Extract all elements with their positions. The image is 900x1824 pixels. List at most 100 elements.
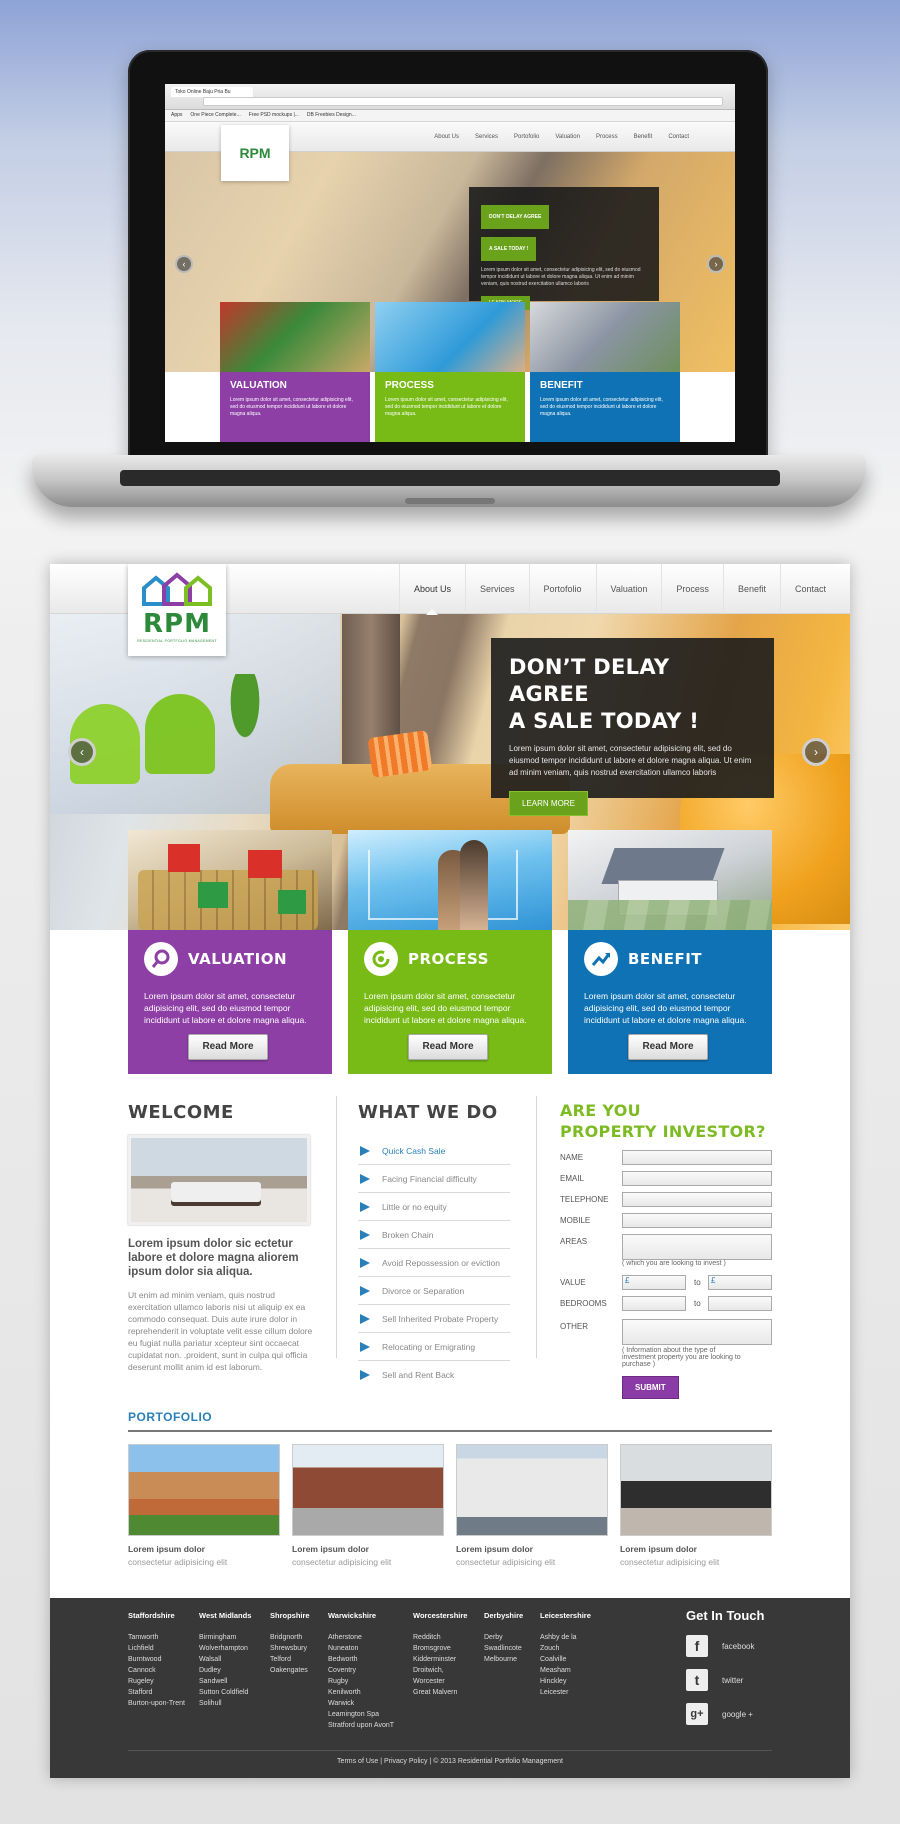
slider-prev-arrow-icon[interactable]: ‹ — [68, 738, 96, 766]
value-max-input[interactable]: £ — [708, 1275, 772, 1290]
portfolio-item[interactable]: Lorem ipsum dolor consectetur adipisicin… — [456, 1444, 608, 1567]
value-min-input[interactable]: £ — [622, 1275, 686, 1290]
read-more-button[interactable]: Read More — [188, 1034, 268, 1060]
slider-next-arrow-icon[interactable]: › — [802, 738, 830, 766]
footer-link[interactable]: Shrewsbury — [270, 1643, 328, 1654]
footer-link[interactable]: Kidderminster — [413, 1654, 484, 1665]
mini-nav-link[interactable]: Contact — [668, 134, 689, 140]
footer-link[interactable]: Sandwell — [199, 1676, 270, 1687]
footer-link[interactable]: Solihull — [199, 1698, 270, 1709]
footer-link[interactable]: Birmingham — [199, 1632, 270, 1643]
social-facebook[interactable]: f facebook — [686, 1635, 806, 1657]
nav-valuation[interactable]: Valuation — [595, 564, 662, 614]
nav-process[interactable]: Process — [661, 564, 723, 614]
other-input[interactable] — [622, 1319, 772, 1345]
footer-link[interactable]: Swadlincote — [484, 1643, 540, 1654]
mini-prev-arrow-icon[interactable]: ‹ — [175, 255, 193, 273]
footer-link[interactable]: Bromsgrove — [413, 1643, 484, 1654]
footer-link[interactable]: Nuneaton — [328, 1643, 413, 1654]
footer-link[interactable]: Cannock — [128, 1665, 199, 1676]
footer-link[interactable]: Oakengates — [270, 1665, 328, 1676]
portfolio-item[interactable]: Lorem ipsum dolor consectetur adipisicin… — [128, 1444, 280, 1567]
footer-link[interactable]: Atherstone — [328, 1632, 413, 1643]
footer-link[interactable]: Lichfield — [128, 1643, 199, 1654]
read-more-button[interactable]: Read More — [408, 1034, 488, 1060]
footer-link[interactable]: Great Malvern — [413, 1687, 484, 1698]
footer-link[interactable]: Zouch — [540, 1643, 610, 1654]
service-item[interactable]: Quick Cash Sale — [358, 1137, 510, 1165]
browser-address-bar[interactable] — [203, 97, 723, 106]
nav-portofolio[interactable]: Portofolio — [528, 564, 596, 614]
mini-nav-link[interactable]: Valuation — [555, 134, 580, 140]
footer-link[interactable]: Stafford — [128, 1687, 199, 1698]
bookmark-item[interactable]: Free PSD mockups |... — [249, 112, 299, 119]
service-item[interactable]: Divorce or Separation — [358, 1277, 510, 1305]
footer-link[interactable]: Burntwood — [128, 1654, 199, 1665]
footer-link[interactable]: Rugby — [328, 1676, 413, 1687]
nav-contact[interactable]: Contact — [779, 564, 840, 614]
submit-button[interactable]: SUBMIT — [622, 1376, 679, 1399]
service-item[interactable]: Sell Inherited Probate Property — [358, 1305, 510, 1333]
service-item[interactable]: Broken Chain — [358, 1221, 510, 1249]
footer-link[interactable]: Rugeley — [128, 1676, 199, 1687]
mini-next-arrow-icon[interactable]: › — [707, 255, 725, 273]
footer-link[interactable]: Leicester — [540, 1687, 610, 1698]
footer-link[interactable]: Walsall — [199, 1654, 270, 1665]
learn-more-button[interactable]: LEARN MORE — [509, 791, 588, 816]
nav-benefit[interactable]: Benefit — [722, 564, 780, 614]
nav-about-us[interactable]: About Us — [398, 564, 465, 615]
footer-link[interactable]: Leamington Spa — [328, 1709, 413, 1720]
footer-link[interactable]: Warwick — [328, 1698, 413, 1709]
footer-link[interactable]: Sutton Coldfield — [199, 1687, 270, 1698]
portfolio-item[interactable]: Lorem ipsum dolor consectetur adipisicin… — [292, 1444, 444, 1567]
copyright-text[interactable]: Terms of Use | Privacy Policy | © 2013 R… — [50, 1758, 850, 1765]
mini-nav-link[interactable]: Benefit — [634, 134, 653, 140]
footer-link[interactable]: Derby — [484, 1632, 540, 1643]
footer-link[interactable]: Burton-upon-Trent — [128, 1698, 199, 1709]
bookmark-item[interactable]: DB Freebies Design... — [307, 112, 356, 119]
browser-tab[interactable]: Toko Online Baju Pria Bu — [171, 87, 253, 97]
service-item[interactable]: Sell and Rent Back — [358, 1361, 510, 1389]
telephone-input[interactable] — [622, 1192, 772, 1207]
bedrooms-min-input[interactable] — [622, 1296, 686, 1311]
name-input[interactable] — [622, 1150, 772, 1165]
social-google-plus[interactable]: g+ google + — [686, 1703, 806, 1725]
footer-link[interactable]: Tamworth — [128, 1632, 199, 1643]
email-input[interactable] — [622, 1171, 772, 1186]
service-item[interactable]: Avoid Repossession or eviction — [358, 1249, 510, 1277]
social-twitter[interactable]: t twitter — [686, 1669, 806, 1691]
service-item[interactable]: Facing Financial difficulty — [358, 1165, 510, 1193]
bookmark-item[interactable]: One Piece Complete... — [190, 112, 240, 119]
mini-nav-link[interactable]: Portofolio — [514, 134, 539, 140]
footer-link[interactable]: Bridgnorth — [270, 1632, 328, 1643]
nav-services[interactable]: Services — [465, 564, 529, 614]
footer-link[interactable]: Coventry — [328, 1665, 413, 1676]
footer-link[interactable]: Ashby de la — [540, 1632, 610, 1643]
mobile-input[interactable] — [622, 1213, 772, 1228]
footer-link[interactable]: Worcester — [413, 1676, 484, 1687]
footer-link[interactable]: Stratford upon AvonT — [328, 1720, 413, 1731]
footer-link[interactable]: Kenilworth — [328, 1687, 413, 1698]
mini-logo[interactable]: RPM — [221, 125, 289, 181]
footer-link[interactable]: Redditch — [413, 1632, 484, 1643]
footer-link[interactable]: Hinckley — [540, 1676, 610, 1687]
footer-link[interactable]: Bedworth — [328, 1654, 413, 1665]
portfolio-item[interactable]: Lorem ipsum dolor consectetur adipisicin… — [620, 1444, 772, 1567]
footer-link[interactable]: Coalville — [540, 1654, 610, 1665]
read-more-button[interactable]: Read More — [628, 1034, 708, 1060]
service-item[interactable]: Relocating or Emigrating — [358, 1333, 510, 1361]
footer-link[interactable]: Droitwich, — [413, 1665, 484, 1676]
footer-link[interactable]: Melbourne — [484, 1654, 540, 1665]
areas-input[interactable] — [622, 1234, 772, 1260]
footer-link[interactable]: Wolverhampton — [199, 1643, 270, 1654]
footer-link[interactable]: Telford — [270, 1654, 328, 1665]
rpm-logo[interactable]: RPM RESIDENTIAL PORTFOLIO MANAGEMENT — [128, 564, 226, 656]
footer-link[interactable]: Dudley — [199, 1665, 270, 1676]
bedrooms-max-input[interactable] — [708, 1296, 772, 1311]
mini-nav-link[interactable]: Process — [596, 134, 618, 140]
service-item[interactable]: Little or no equity — [358, 1193, 510, 1221]
mini-nav-link[interactable]: Services — [475, 134, 498, 140]
footer-link[interactable]: Measham — [540, 1665, 610, 1676]
bookmark-item[interactable]: Apps — [171, 112, 182, 119]
mini-nav-link[interactable]: About Us — [434, 134, 459, 140]
